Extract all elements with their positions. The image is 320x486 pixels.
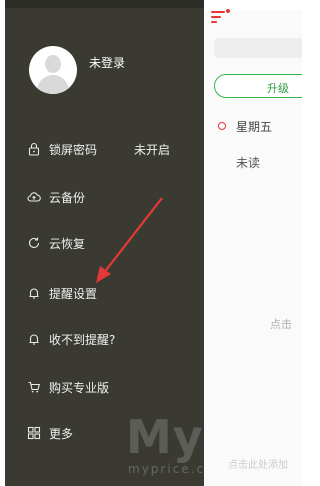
avatar[interactable] [29, 46, 77, 94]
menu-item-cloud-backup[interactable]: 云备份 [5, 182, 204, 212]
bell-icon [29, 288, 39, 299]
lock-icon [28, 142, 40, 156]
menu-label: 收不到提醒? [49, 333, 116, 347]
menu-label: 购买专业版 [49, 381, 110, 395]
upgrade-button[interactable]: 升级 [214, 74, 302, 98]
menu-item-cloud-restore[interactable]: 云恢复 [5, 228, 204, 258]
menu-item-buy-pro[interactable]: 购买专业版 [5, 372, 204, 402]
cart-icon [28, 381, 41, 393]
menu-item-lock-password[interactable]: 锁屏密码 未开启 [5, 134, 204, 164]
status-bar-strip [204, 0, 302, 10]
menu-label: 更多 [49, 427, 74, 441]
hamburger-menu-icon[interactable] [211, 9, 231, 25]
upgrade-label: 升级 [267, 82, 289, 95]
menu-label: 云备份 [49, 191, 86, 205]
menu-label: 提醒设置 [49, 287, 98, 301]
restore-icon [28, 237, 40, 249]
search-bar[interactable] [214, 38, 302, 58]
tap-hint: 点击 [270, 318, 292, 331]
drawer-top-strip [5, 0, 204, 8]
day-dot-icon [218, 122, 226, 130]
menu-item-no-reminder-help[interactable]: 收不到提醒? [5, 324, 204, 354]
watermark-subtext: myprice.com [128, 462, 229, 476]
grid-icon [27, 426, 41, 440]
day-label: 星期五 [236, 120, 273, 134]
login-status[interactable]: 未登录 [89, 54, 125, 71]
unread-label: 未读 [236, 156, 261, 170]
menu-label: 云恢复 [49, 237, 86, 251]
watermark-logo: MyPrice [126, 410, 320, 464]
cloud-upload-icon [27, 192, 41, 202]
menu-item-reminder-settings[interactable]: 提醒设置 [5, 278, 204, 308]
menu-value: 未开启 [134, 143, 171, 157]
menu-label: 锁屏密码 [49, 143, 98, 157]
bell-question-icon [29, 334, 39, 345]
